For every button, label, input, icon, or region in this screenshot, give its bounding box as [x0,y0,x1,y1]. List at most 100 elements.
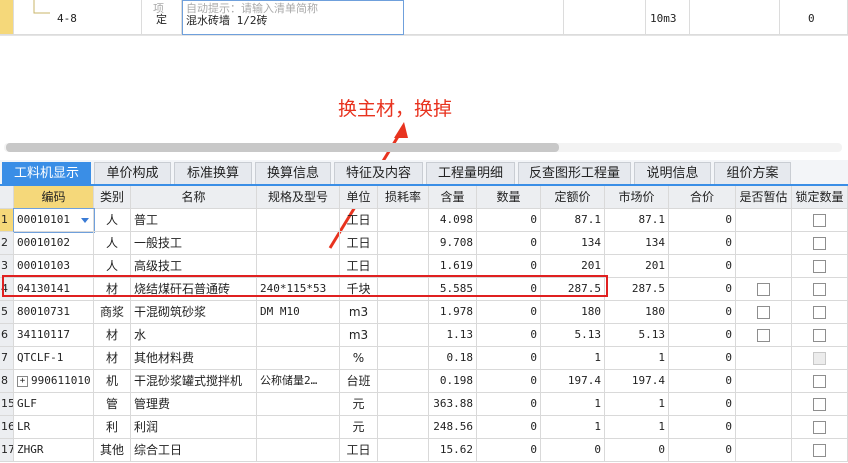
cell-code[interactable]: 00010103 [14,255,94,278]
estimate-checkbox[interactable] [757,283,770,296]
col-unit-header[interactable]: 单位 [340,186,378,209]
cell-spec[interactable] [257,232,340,255]
cell-total[interactable]: 0 [669,439,736,462]
cell-spec[interactable]: 公称储量2… [257,370,340,393]
cell-total[interactable]: 0 [669,370,736,393]
tab-standard-conversion[interactable]: 标准换算 [174,162,252,184]
cell-qty[interactable]: 1.13 [429,324,477,347]
cell-code[interactable]: 00010101 [13,208,95,233]
cell-qty[interactable]: 4.098 [429,209,477,232]
lock-checkbox[interactable] [813,237,826,250]
col-lock-quantity-header[interactable]: 锁定数量 [792,186,848,209]
cell-count[interactable]: 0 [477,255,541,278]
lock-checkbox[interactable] [813,329,826,342]
col-spec-header[interactable]: 规格及型号 [257,186,340,209]
cell-market[interactable]: 1 [605,393,669,416]
col-name-header[interactable]: 名称 [131,186,257,209]
cell-loss[interactable] [378,324,429,347]
tab-features[interactable]: 特征及内容 [334,162,423,184]
cell-total[interactable]: 0 [669,416,736,439]
tab-pricing-scheme[interactable]: 组价方案 [714,162,791,184]
cell-type[interactable]: 商浆 [94,301,131,324]
cell-spec[interactable] [257,209,340,232]
cell-market[interactable]: 5.13 [605,324,669,347]
cell-name[interactable]: 综合工日 [131,439,257,462]
cell-unit[interactable]: % [340,347,378,370]
cell-name[interactable]: 一般技工 [131,232,257,255]
cell-code[interactable]: ZHGR [14,439,94,462]
cell-count[interactable]: 0 [477,301,541,324]
cell-quota[interactable]: 180 [541,301,605,324]
cell-total[interactable]: 0 [669,232,736,255]
cell-total[interactable]: 0 [669,255,736,278]
cell-count[interactable]: 0 [477,439,541,462]
plus-icon[interactable]: + [17,376,28,387]
cell-count[interactable]: 0 [477,324,541,347]
cell-count[interactable]: 0 [477,370,541,393]
cell-code[interactable]: 04130141 [14,278,94,301]
cell-qty[interactable]: 248.56 [429,416,477,439]
estimate-checkbox-cell[interactable] [736,278,792,301]
cell-loss[interactable] [378,278,429,301]
cell-total[interactable]: 0 [669,347,736,370]
estimate-checkbox-cell[interactable] [736,324,792,347]
cell-market[interactable]: 1 [605,347,669,370]
cell-total[interactable]: 0 [669,278,736,301]
cell-name[interactable]: 普工 [131,209,257,232]
table-row[interactable]: 5 80010731 商浆 干混砌筑砂浆 DM M10 m3 1.978 0 180 180 0 [0,301,848,324]
cell-spec[interactable] [257,347,340,370]
cell-type[interactable]: 人 [94,255,131,278]
cell-market[interactable]: 197.4 [605,370,669,393]
cell-quota[interactable]: 5.13 [541,324,605,347]
estimate-checkbox-cell[interactable] [736,416,792,439]
cell-qty[interactable]: 1.978 [429,301,477,324]
estimate-checkbox-cell[interactable] [736,347,792,370]
cell-unit[interactable]: 工日 [340,439,378,462]
lock-checkbox[interactable] [813,352,826,365]
table-row[interactable]: 17 ZHGR 其他 综合工日 工日 15.62 0 0 0 0 [0,439,848,462]
cell-quota[interactable]: 134 [541,232,605,255]
cell-loss[interactable] [378,347,429,370]
cell-code[interactable]: QTCLF-1 [14,347,94,370]
quota-name[interactable]: 混水砖墙 1/2砖 [186,12,268,28]
estimate-checkbox-cell[interactable] [736,232,792,255]
cell-qty[interactable]: 0.18 [429,347,477,370]
col-quantity-header[interactable]: 数量 [477,186,541,209]
cell-unit[interactable]: 元 [340,393,378,416]
cell-quota[interactable]: 201 [541,255,605,278]
cell-unit[interactable]: m3 [340,324,378,347]
cell-type[interactable]: 利 [94,416,131,439]
cell-quota[interactable]: 1 [541,347,605,370]
table-row[interactable]: 6 34110117 材水 m3 1.13 0 5.13 5.13 0 [0,324,848,347]
cell-market[interactable]: 0 [605,439,669,462]
cell-name[interactable]: 高级技工 [131,255,257,278]
table-row[interactable]: 1 00010101 人普工 工日 4.098 0 87.1 87.1 0 [0,208,848,233]
col-loss-header[interactable]: 损耗率 [378,186,429,209]
cell-loss[interactable] [378,301,429,324]
lock-checkbox-cell[interactable] [792,370,848,393]
cell-unit[interactable]: 元 [340,416,378,439]
lock-checkbox-cell[interactable] [792,324,848,347]
cell-quota[interactable]: 1 [541,393,605,416]
cell-loss[interactable] [378,255,429,278]
lock-checkbox-cell[interactable] [792,255,848,278]
col-total-header[interactable]: 合价 [669,186,736,209]
cell-name[interactable]: 烧结煤矸石普通砖 [131,278,257,301]
col-rownum-header[interactable] [0,186,14,209]
col-content-header[interactable]: 含量 [429,186,477,209]
col-is-estimate-header[interactable]: 是否暂估 [736,186,792,209]
cell-type[interactable]: 人 [94,209,131,232]
cell-name[interactable]: 水 [131,324,257,347]
tab-description[interactable]: 说明信息 [634,162,711,184]
cell-quota[interactable]: 197.4 [541,370,605,393]
lock-checkbox[interactable] [813,398,826,411]
cell-loss[interactable] [378,370,429,393]
cell-count[interactable]: 0 [477,416,541,439]
horizontal-scrollbar[interactable] [4,143,842,152]
cell-unit[interactable]: 台班 [340,370,378,393]
lock-checkbox[interactable] [813,260,826,273]
cell-quota[interactable]: 0 [541,439,605,462]
tab-conversion-info[interactable]: 换算信息 [255,162,331,184]
cell-market[interactable]: 87.1 [605,209,669,232]
table-row[interactable]: 3 00010103 人高级技工 工日 1.619 0 201 201 0 [0,255,848,278]
